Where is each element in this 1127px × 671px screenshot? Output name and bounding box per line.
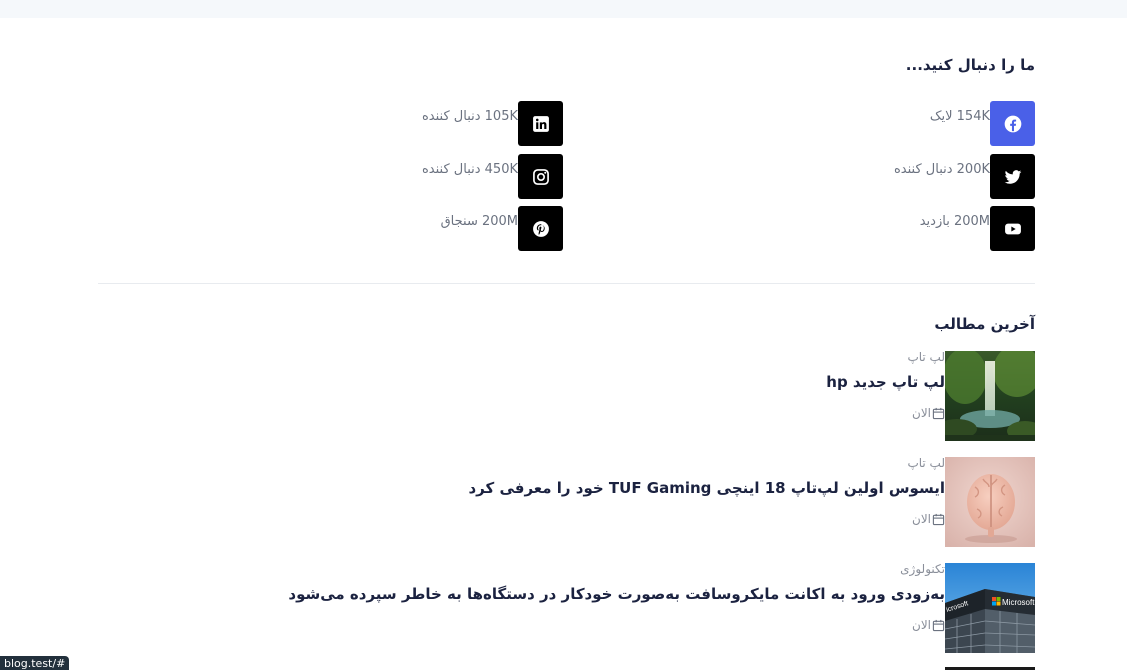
post-item[interactable]: لپ تاپ لپ تاپ جدید hp الان xyxy=(335,350,1035,441)
status-bar-url: blog.test/# xyxy=(0,656,70,670)
post-date: الان xyxy=(912,618,931,632)
microsoft-building-image: Microsoft icrosoft xyxy=(945,563,1035,653)
facebook-stat: 154K لایک xyxy=(929,109,990,124)
twitter-stat: 200K دنبال کننده xyxy=(893,162,990,177)
calendar-icon xyxy=(932,619,945,631)
post-title[interactable]: به‌زودی ورود به اکانت مایکروسافت به‌صورت… xyxy=(288,585,945,603)
section-divider xyxy=(98,283,1035,284)
follow-us-heading: ما را دنبال کنید... xyxy=(905,56,1035,74)
linkedin-stat: 105K دنبال کننده xyxy=(421,109,518,124)
post-thumbnail[interactable] xyxy=(945,457,1035,547)
linkedin-icon xyxy=(518,101,563,146)
facebook-icon xyxy=(990,101,1035,146)
pinterest-icon xyxy=(518,206,563,251)
post-date: الان xyxy=(912,406,931,420)
post-category[interactable]: لپ تاپ xyxy=(907,350,945,364)
latest-posts-heading: آخرین مطالب xyxy=(934,315,1035,333)
youtube-icon xyxy=(990,206,1035,251)
instagram-icon xyxy=(518,154,563,199)
post-category[interactable]: لپ تاپ xyxy=(907,456,945,470)
social-instagram[interactable]: 450K دنبال کننده xyxy=(335,154,563,199)
post-date: الان xyxy=(912,512,931,526)
post-thumbnail[interactable] xyxy=(945,351,1035,441)
calendar-icon xyxy=(932,407,945,419)
brain-model-image xyxy=(945,457,1035,547)
waterfall-forest-image xyxy=(945,351,1035,441)
post-item[interactable]: لپ تاپ ایسوس اولین لپ‌تاپ 18 اینچی TUF G… xyxy=(335,456,1035,547)
pinterest-stat: 200M سنجاق xyxy=(440,214,518,229)
twitter-icon xyxy=(990,154,1035,199)
post-meta: الان xyxy=(912,511,945,527)
post-item[interactable]: Microsoft icrosoft تکنولوژی به‌زودی ورود… xyxy=(288,562,1035,653)
top-bar xyxy=(0,0,1127,18)
social-facebook[interactable]: 154K لایک xyxy=(807,101,1035,146)
social-twitter[interactable]: 200K دنبال کننده xyxy=(807,154,1035,199)
social-youtube[interactable]: 200M بازدید xyxy=(807,206,1035,251)
instagram-stat: 450K دنبال کننده xyxy=(421,162,518,177)
post-meta: الان xyxy=(912,617,945,633)
post-meta: الان xyxy=(912,405,945,421)
post-thumbnail[interactable]: Microsoft icrosoft xyxy=(945,563,1035,653)
post-title[interactable]: ایسوس اولین لپ‌تاپ 18 اینچی TUF Gaming خ… xyxy=(468,479,945,497)
post-category[interactable]: تکنولوژی xyxy=(900,562,945,576)
ms-logo-text: Microsoft xyxy=(1002,598,1035,607)
post-title[interactable]: لپ تاپ جدید hp xyxy=(826,373,945,391)
social-linkedin[interactable]: 105K دنبال کننده xyxy=(335,101,563,146)
social-pinterest[interactable]: 200M سنجاق xyxy=(335,206,563,251)
youtube-stat: 200M بازدید xyxy=(919,214,990,229)
calendar-icon xyxy=(932,513,945,525)
